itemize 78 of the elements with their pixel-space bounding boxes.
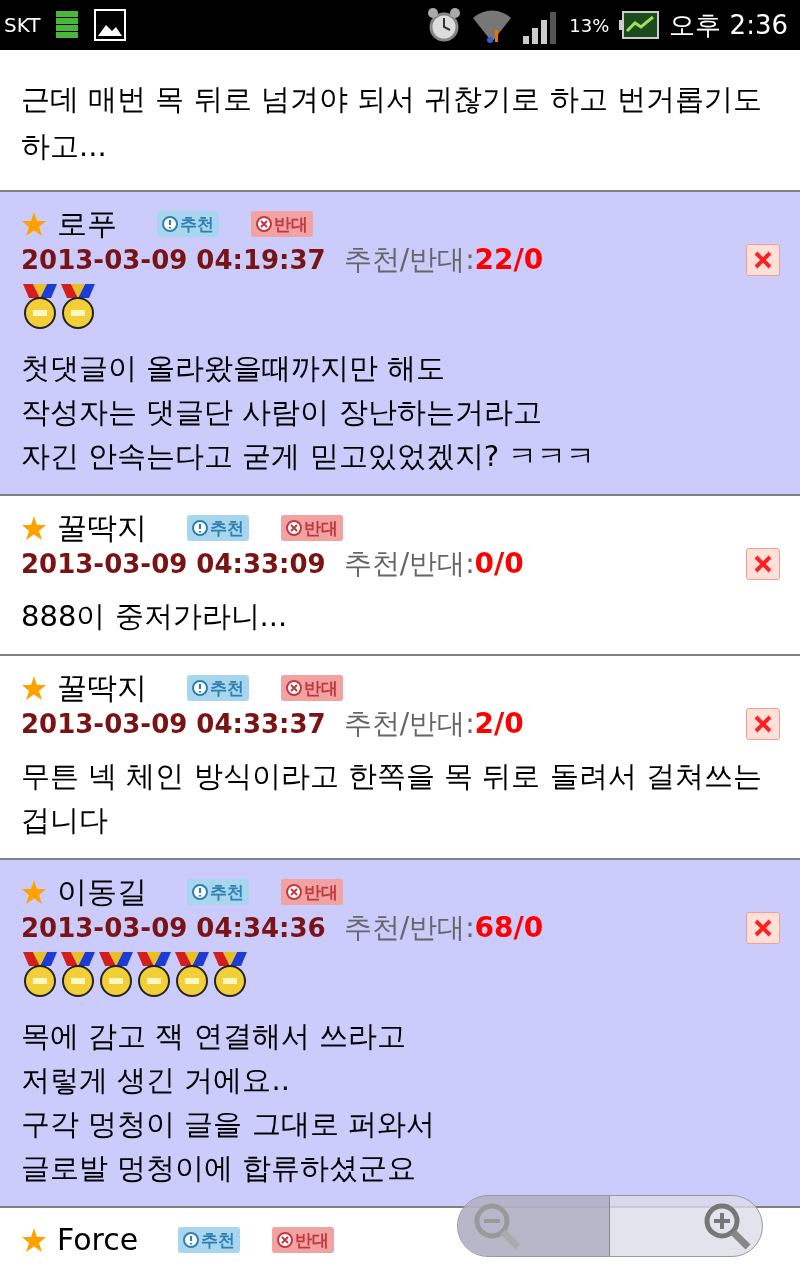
comment-text: 작성자는 댓글단 사람이 장난하는거라고 — [21, 394, 543, 431]
recommend-button[interactable]: 추천 — [178, 1227, 241, 1253]
zoom-in-icon — [702, 1201, 752, 1251]
comment-date: 2013-03-09 04:33:37 — [21, 711, 326, 737]
medal-icon — [21, 284, 59, 330]
oppose-button[interactable]: 반대 — [281, 675, 343, 701]
alarm-clock-icon — [427, 7, 462, 43]
star-icon — [21, 1227, 47, 1253]
comment-text: 저렇게 생긴 거에요.. — [21, 1062, 291, 1099]
author-name: 꿀딱지 — [57, 673, 147, 703]
comment-date: 2013-03-09 04:34:36 — [21, 915, 326, 941]
comment-text: 첫댓글이 올라왔을때까지만 해도 — [21, 350, 447, 387]
oppose-button[interactable]: 반대 — [281, 879, 343, 905]
recommend-button[interactable]: 추천 — [157, 211, 219, 237]
battery-percent: 13% — [569, 13, 610, 38]
oppose-button[interactable]: 반대 — [281, 515, 343, 541]
votes-label: 추천/반대: — [343, 246, 475, 274]
recommend-button[interactable]: 추천 — [187, 879, 249, 905]
comment-text: 구각 멍청이 글을 그대로 퍼와서 — [21, 1106, 436, 1143]
star-icon — [21, 879, 47, 905]
medal-icon — [135, 952, 173, 998]
exclamation-circle-icon — [192, 520, 208, 536]
votes-count: 68/0 — [474, 914, 544, 942]
author-name: 이동길 — [57, 877, 147, 907]
close-icon — [754, 715, 772, 733]
battery-icon — [619, 11, 660, 39]
cross-circle-icon — [286, 680, 302, 696]
recommend-button[interactable]: 추천 — [187, 675, 249, 701]
star-icon — [21, 675, 47, 701]
close-icon — [754, 919, 772, 937]
cross-circle-icon — [286, 520, 302, 536]
votes-label: 추천/반대: — [343, 710, 475, 738]
medal-icon — [173, 952, 211, 998]
carrier-name: SKT — [4, 12, 41, 39]
author-name: 로푸 — [57, 209, 117, 239]
exclamation-circle-icon — [183, 1232, 200, 1248]
author-name: 꿀딱지 — [57, 513, 147, 543]
exclamation-circle-icon — [162, 216, 178, 232]
exclamation-circle-icon — [192, 680, 208, 696]
delete-button[interactable] — [746, 912, 780, 944]
comment-text: 근데 매번 목 뒤로 넘겨야 되서 귀찮기로 하고 번거롭기도 하고... — [21, 81, 763, 165]
close-icon — [754, 251, 772, 269]
comment-date: 2013-03-09 04:33:09 — [21, 551, 326, 577]
oppose-button[interactable]: 반대 — [251, 211, 313, 237]
comment-text: 888이 중저가라니... — [21, 598, 289, 635]
cross-circle-icon — [256, 216, 272, 232]
comment-date: 2013-03-09 04:19:37 — [21, 247, 326, 273]
zoom-out-button[interactable] — [458, 1196, 610, 1256]
medal-icon — [21, 952, 59, 998]
medal-icon — [97, 952, 135, 998]
recommend-button[interactable]: 추천 — [187, 515, 249, 541]
medal-icon — [59, 284, 97, 330]
zoom-out-icon — [472, 1201, 522, 1251]
storage-icon — [56, 11, 79, 39]
comment-text: 자긴 안속는다고 굳게 믿고있었겠지? ㅋㅋㅋ — [21, 438, 597, 475]
close-icon — [754, 555, 772, 573]
votes-count: 0/0 — [474, 550, 524, 578]
delete-button[interactable] — [746, 708, 780, 740]
comment-text: 목에 감고 잭 연결해서 쓰라고 — [21, 1018, 407, 1055]
star-icon — [21, 211, 47, 237]
cross-circle-icon — [286, 884, 302, 900]
exclamation-circle-icon — [192, 884, 208, 900]
delete-button[interactable] — [746, 244, 780, 276]
comment-text: 무튼 넥 체인 방식이라고 한쪽을 목 뒤로 돌려서 걸쳐쓰는 겁니다 — [21, 758, 763, 839]
oppose-button[interactable]: 반대 — [272, 1227, 335, 1253]
comment-text: 글로발 멍청이에 합류하셨군요 — [21, 1150, 418, 1187]
votes-count: 2/0 — [474, 710, 524, 738]
medal-icon — [211, 952, 249, 998]
votes-count: 22/0 — [474, 246, 544, 274]
delete-button[interactable] — [746, 548, 780, 580]
clock-time: 오후 2:36 — [669, 8, 788, 42]
cross-circle-icon — [277, 1232, 294, 1248]
author-name: Force — [57, 1225, 139, 1255]
star-icon — [21, 515, 47, 541]
votes-label: 추천/반대: — [343, 914, 475, 942]
medal-icon — [59, 952, 97, 998]
votes-label: 추천/반대: — [343, 550, 475, 578]
image-icon — [94, 9, 127, 41]
